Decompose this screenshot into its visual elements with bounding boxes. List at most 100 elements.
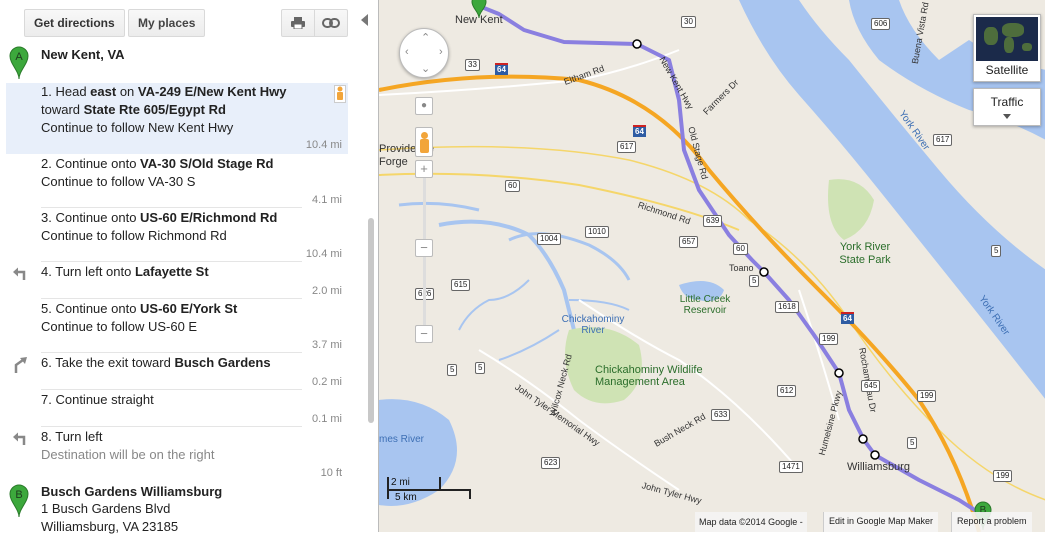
- link-button[interactable]: [314, 9, 348, 37]
- satellite-label: Satellite: [985, 63, 1029, 77]
- direction-step-6[interactable]: 6. Take the exit toward Busch Gardens 0.…: [6, 354, 348, 390]
- end-address-line-2: Williamsburg, VA 23185: [41, 519, 179, 534]
- end-location-title[interactable]: Busch Gardens Williamsburg: [41, 484, 222, 499]
- svg-text:A: A: [15, 51, 23, 63]
- pan-control[interactable]: ⌃ ⌄ ‹ ›: [399, 28, 449, 78]
- map-label-little-creek-reservoir: Little Creek Reservoir: [679, 294, 731, 316]
- report-problem-link[interactable]: Report a problem: [951, 512, 1032, 532]
- traffic-label: Traffic: [990, 95, 1024, 109]
- direction-step-5[interactable]: 5. Continue onto US-60 E/York St Continu…: [6, 300, 348, 353]
- zoom-slider-thumb[interactable]: −: [415, 239, 433, 257]
- route-shield: 1010: [585, 226, 609, 238]
- directions-toolbar: Get directions My places: [0, 0, 378, 45]
- print-button[interactable]: [281, 9, 315, 37]
- satellite-toggle[interactable]: Satellite: [973, 14, 1041, 82]
- map-canvas: B: [379, 0, 1045, 532]
- zoom-in-button[interactable]: +: [415, 160, 433, 178]
- map-label-chickahominy-wma: Chickahominy Wildlife Management Area: [595, 364, 703, 388]
- step-5-distance: 3.7 mi: [312, 339, 342, 351]
- pegman-icon[interactable]: [415, 127, 433, 157]
- direction-step-2[interactable]: 2. Continue onto VA-30 S/Old Stage Rd Co…: [6, 155, 348, 208]
- map-attribution: Map data ©2014 Google -: [695, 512, 807, 532]
- get-directions-button[interactable]: Get directions: [24, 9, 125, 37]
- start-location-title[interactable]: New Kent, VA: [41, 47, 125, 62]
- zoom-out-button[interactable]: −: [415, 325, 433, 343]
- edit-map-maker-link[interactable]: Edit in Google Map Maker: [823, 512, 939, 532]
- route-shield: 657: [679, 236, 699, 248]
- reset-view-icon[interactable]: ●: [415, 97, 433, 115]
- map-label-new-kent: New Kent: [455, 14, 503, 26]
- map-view[interactable]: B New Kent Providence Forge Toano Willia…: [378, 0, 1045, 532]
- route-shield: 617: [617, 141, 637, 153]
- direction-step-3[interactable]: 3. Continue onto US-60 E/Richmond Rd Con…: [6, 209, 348, 262]
- pan-up-icon[interactable]: ⌃: [421, 31, 430, 44]
- interstate-shield: 64: [633, 125, 646, 137]
- route-shield: 5: [907, 437, 918, 449]
- direction-step-1[interactable]: 1. Head east on VA-249 E/New Kent Hwy to…: [6, 83, 348, 154]
- direction-step-8[interactable]: 8. Turn left Destination will be on the …: [6, 428, 348, 481]
- step-divider: [41, 389, 302, 390]
- step-divider: [41, 298, 302, 299]
- route-shield: 199: [993, 470, 1013, 482]
- step-3-text: 3. Continue onto US-60 E/Richmond Rd Con…: [41, 210, 278, 243]
- route-shield: 615: [451, 279, 471, 291]
- scale-miles: 2 mi: [391, 477, 410, 488]
- step-8-text: 8. Turn left Destination will be on the …: [41, 429, 215, 462]
- route-shield: 633: [711, 409, 731, 421]
- step-5-text: 5. Continue onto US-60 E/York St Continu…: [41, 301, 238, 334]
- route-shield: 1471: [779, 461, 803, 473]
- step-8-distance: 10 ft: [320, 467, 342, 479]
- directions-panel: Get directions My places A New Kent, VA …: [0, 0, 378, 538]
- route-shield: 645: [861, 380, 881, 392]
- turn-left-icon: [13, 432, 26, 445]
- scale-km: 5 km: [395, 492, 417, 503]
- route-shield: 623: [541, 457, 561, 469]
- my-places-button[interactable]: My places: [128, 9, 206, 37]
- map-label-york-river-state-park: York River State Park: [839, 241, 891, 266]
- street-view-icon[interactable]: [334, 85, 346, 103]
- pan-left-icon[interactable]: ‹: [405, 46, 409, 58]
- collapse-panel-icon[interactable]: [361, 14, 368, 26]
- map-label-james-river: mes River: [379, 434, 425, 445]
- direction-step-7[interactable]: 7. Continue straight 0.1 mi: [6, 391, 348, 427]
- route-shield: 617: [933, 134, 953, 146]
- step-4-distance: 2.0 mi: [312, 285, 342, 297]
- step-divider: [41, 352, 302, 353]
- end-marker-icon: B: [9, 484, 29, 518]
- step-divider: [41, 207, 302, 208]
- step-1-distance: 10.4 mi: [305, 139, 342, 151]
- panel-scrollbar[interactable]: [368, 218, 374, 423]
- svg-text:B: B: [15, 489, 22, 501]
- exit-right-icon: [14, 357, 27, 373]
- map-label-chickahominy-river: Chickahominy River: [561, 314, 625, 336]
- step-1-text: 1. Head east on VA-249 E/New Kent Hwy to…: [41, 84, 287, 135]
- map-label-williamsburg: Williamsburg: [847, 461, 910, 473]
- route-shield: 60: [505, 180, 520, 192]
- direction-step-4[interactable]: 4. Turn left onto Lafayette St 2.0 mi: [6, 263, 348, 299]
- link-icon: [322, 18, 340, 28]
- step-3-distance: 10.4 mi: [305, 248, 342, 260]
- pan-right-icon[interactable]: ›: [439, 46, 443, 58]
- interstate-shield: 64: [495, 63, 508, 75]
- step-divider: [41, 426, 302, 427]
- route-shield: 33: [465, 59, 480, 71]
- printer-icon: [291, 17, 305, 30]
- start-marker-icon: A: [9, 46, 29, 80]
- route-shield: 5: [749, 275, 760, 287]
- interstate-shield: 64: [841, 312, 854, 324]
- route-shield: 612: [777, 385, 797, 397]
- step-7-distance: 0.1 mi: [312, 413, 342, 425]
- route-shield: 5: [991, 245, 1002, 257]
- route-shield: 199: [819, 333, 839, 345]
- pan-down-icon[interactable]: ⌄: [421, 62, 430, 75]
- traffic-dropdown[interactable]: Traffic: [973, 88, 1041, 126]
- step-2-distance: 4.1 mi: [312, 194, 342, 206]
- turn-left-icon: [13, 267, 26, 280]
- route-shield: 5: [475, 362, 486, 374]
- route-shield: 606: [871, 18, 891, 30]
- route-shield: 1618: [775, 301, 799, 313]
- route-shield: 639: [703, 215, 723, 227]
- map-label-providence-forge: Providence Forge: [379, 143, 435, 168]
- step-6-text: 6. Take the exit toward Busch Gardens: [41, 355, 271, 370]
- route-shield: 1004: [537, 233, 561, 245]
